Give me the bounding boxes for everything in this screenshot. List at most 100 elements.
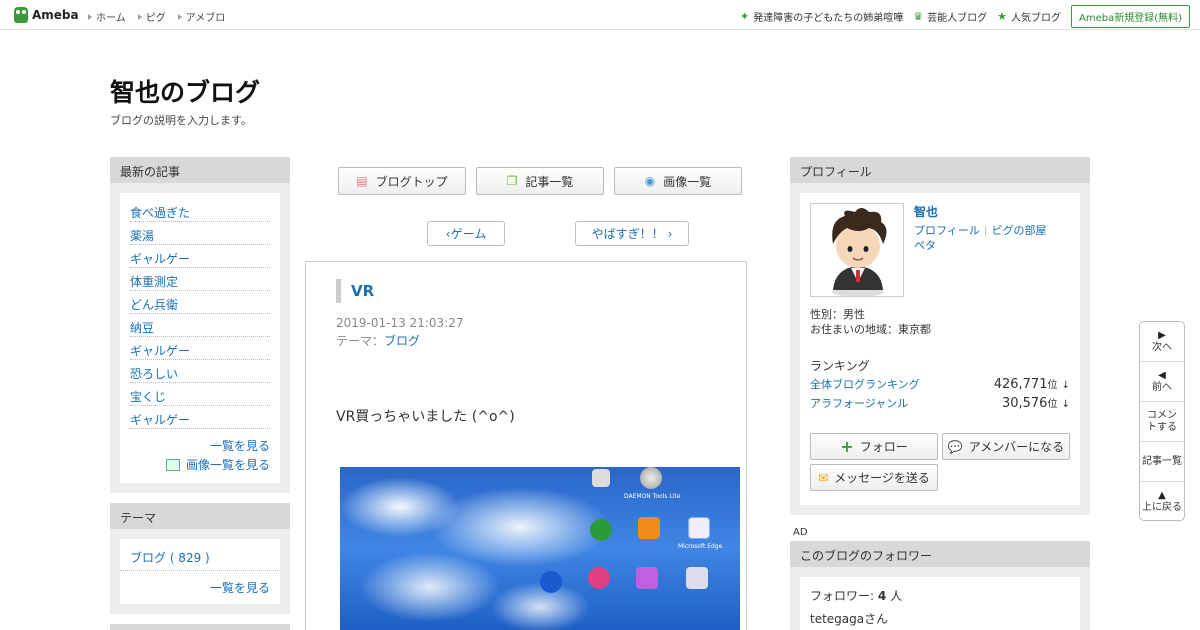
list-item[interactable]: 納豆: [130, 314, 270, 337]
entry-body-text: VR買っちゃいました (^o^): [336, 409, 515, 425]
list-item[interactable]: 薬湯: [130, 222, 270, 245]
desktop-app-icon: [592, 469, 610, 487]
send-message-button[interactable]: ✉ メッセージを送る: [810, 464, 938, 491]
followers-box: このブログのフォロワー フォロワー: 4 人 tetegagaさん: [790, 541, 1090, 630]
float-comment-button[interactable]: コメントする: [1140, 402, 1184, 442]
global-header: Ameba ホーム ピグ アメブロ ✦ 発達障害の子どもたちの姉弟喧嘩 ♛ 芸能人ブ…: [0, 0, 1200, 30]
trend-down-icon: ↓: [1061, 380, 1070, 391]
followers-heading: このブログのフォロワー: [790, 541, 1090, 567]
profile-body: 智也 プロフィール | ピグの部屋 ペタ 性別：男性 お住まいの地域：東京都 ランキ…: [800, 193, 1080, 505]
entry-theme-link[interactable]: ブログ: [384, 334, 420, 348]
ranking-genre-link[interactable]: アラフォージャンル: [810, 395, 908, 411]
chat-bubble-icon: 💬: [947, 439, 963, 454]
play-right-icon: ▶: [1158, 329, 1166, 341]
entry-title[interactable]: VR: [336, 279, 374, 303]
profile-link[interactable]: プロフィール: [914, 224, 980, 237]
caret-right-icon: [88, 13, 92, 20]
desktop-app-icon: [686, 567, 708, 589]
image-list-icon: [165, 459, 180, 471]
list-item[interactable]: 体重測定: [130, 268, 270, 291]
pigg-room-link[interactable]: ピグの部屋: [992, 224, 1047, 237]
desktop-label: DAEMON Tools Lite: [624, 493, 681, 500]
recent-articles-list: 食べ過ぎた 薬湯 ギャルゲー 体重測定 どん兵衛 納豆 ギャルゲー 恐ろしい 宝…: [120, 199, 280, 429]
follow-button[interactable]: + フォロー: [810, 433, 938, 460]
profile-gender: 性別：男性: [810, 308, 865, 321]
list-item[interactable]: 宝くじ: [130, 383, 270, 406]
profile-box: プロフィール 智也 プロフィール | ピグの部屋 ペタ 性別：男性 お住まいの地域：…: [790, 157, 1090, 515]
theme-more-link[interactable]: 一覧を見る: [120, 579, 280, 596]
register-button[interactable]: Ameba新規登録(無料): [1070, 5, 1190, 28]
envelope-icon: ✉: [818, 470, 829, 485]
profile-location: お住まいの地域：東京都: [810, 323, 931, 336]
profile-info: 性別：男性 お住まいの地域：東京都: [810, 307, 931, 337]
entry-theme: テーマ：ブログ: [336, 334, 421, 348]
followers-body: フォロワー: 4 人 tetegagaさん: [800, 577, 1080, 630]
theme-heading: テーマ: [110, 503, 290, 529]
avatar[interactable]: [810, 203, 904, 297]
header-link-celebrity[interactable]: ♛ 芸能人ブログ: [913, 9, 987, 24]
entry-date: 2019-01-13 21:03:27: [336, 316, 464, 330]
list-item[interactable]: 恐ろしい: [130, 360, 270, 383]
ameba-logo[interactable]: Ameba: [14, 7, 79, 23]
theme-box: テーマ ブログ ( 829 ) 一覧を見る: [110, 503, 290, 614]
ranking-row-overall: 全体ブログランキング 426,771位 ↓: [810, 376, 1070, 392]
recent-more-link[interactable]: 一覧を見る: [120, 437, 280, 454]
profile-links: プロフィール | ピグの部屋 ペタ: [914, 224, 1047, 252]
list-item[interactable]: 食べ過ぎた: [130, 199, 270, 222]
theme-item[interactable]: ブログ ( 829 ): [120, 549, 280, 571]
recent-articles-body: 食べ過ぎた 薬湯 ギャルゲー 体重測定 どん兵衛 納豆 ギャルゲー 恐ろしい 宝…: [120, 193, 280, 483]
list-item[interactable]: どん兵衛: [130, 291, 270, 314]
ranking-heading: ランキング: [810, 359, 870, 373]
nav-pigg[interactable]: ピグ: [137, 9, 166, 24]
nav-home[interactable]: ホーム: [88, 9, 126, 24]
arrow-up-icon: ▲: [1158, 490, 1166, 501]
follower-name[interactable]: tetegagaさん: [810, 610, 1070, 627]
star-icon: ★: [997, 10, 1007, 23]
desktop-app-icon: [590, 519, 612, 541]
article-list-button[interactable]: ❐ 記事一覧: [476, 167, 604, 195]
logo-text: Ameba: [32, 8, 79, 22]
next-entry-button[interactable]: やばすぎ！！ ›: [575, 221, 689, 246]
list-item[interactable]: ギャルゲー: [130, 337, 270, 360]
global-nav: ホーム ピグ アメブロ: [88, 9, 237, 24]
ad-label: AD: [793, 527, 808, 538]
desktop-app-icon: [636, 567, 658, 589]
float-top-button[interactable]: ▲ 上に戻る: [1140, 482, 1184, 522]
ranking-row-genre: アラフォージャンル 30,576位 ↓: [810, 395, 1070, 411]
recent-images-link[interactable]: 画像一覧を見る: [120, 456, 280, 473]
header-link-popular[interactable]: ★ 人気ブログ: [997, 9, 1061, 24]
list-item[interactable]: ギャルゲー: [130, 245, 270, 268]
edge-icon: [688, 517, 710, 539]
caret-right-icon: [137, 13, 142, 20]
list-item[interactable]: ギャルゲー: [130, 406, 270, 429]
chevron-right-icon: ›: [667, 226, 673, 241]
amember-button[interactable]: 💬 アメンバーになる: [942, 433, 1070, 460]
header-link-featured[interactable]: ✦ 発達障害の子どもたちの姉弟喧嘩: [740, 9, 903, 24]
blog-title[interactable]: 智也のブログ: [110, 73, 260, 109]
floating-nav: ▶ 次へ ◀ 前へ コメントする 記事一覧 ▲ 上に戻る: [1139, 321, 1185, 521]
nav-ameblo[interactable]: アメブロ: [177, 9, 225, 24]
peta-link[interactable]: ペタ: [914, 239, 936, 252]
recent-articles-box: 最新の記事 食べ過ぎた 薬湯 ギャルゲー 体重測定 どん兵衛 納豆 ギャルゲー …: [110, 157, 290, 493]
entry-article: VR 2019-01-13 21:03:27 テーマ：ブログ VR買っちゃいまし…: [305, 261, 747, 630]
trend-down-icon: ↓: [1061, 399, 1070, 410]
float-list-button[interactable]: 記事一覧: [1140, 442, 1184, 482]
float-next-button[interactable]: ▶ 次へ: [1140, 322, 1184, 362]
document-icon: ▤: [356, 174, 368, 188]
desktop-app-icon: [540, 571, 562, 593]
ranking-overall-link[interactable]: 全体ブログランキング: [810, 376, 920, 392]
float-prev-button[interactable]: ◀ 前へ: [1140, 362, 1184, 402]
copy-icon: ❐: [506, 174, 518, 188]
ranking-overall-value: 426,771位 ↓: [993, 377, 1070, 392]
next-sidebox: [110, 624, 290, 630]
header-right-links: ✦ 発達障害の子どもたちの姉弟喧嘩 ♛ 芸能人ブログ ★ 人気ブログ Ameba新規登…: [740, 5, 1190, 28]
blog-top-button[interactable]: ▤ ブログトップ: [338, 167, 466, 195]
prev-entry-button[interactable]: ‹ ゲーム: [427, 221, 505, 246]
profile-heading: プロフィール: [790, 157, 1090, 183]
entry-photo[interactable]: DAEMON Tools Lite Microsoft Edge: [340, 467, 740, 630]
play-left-icon: ◀: [1158, 369, 1166, 381]
desktop-label: Microsoft Edge: [678, 543, 723, 550]
image-list-button[interactable]: ◉ 画像一覧: [614, 167, 742, 195]
profile-name[interactable]: 智也: [914, 203, 938, 220]
desktop-app-icon: [638, 517, 660, 539]
